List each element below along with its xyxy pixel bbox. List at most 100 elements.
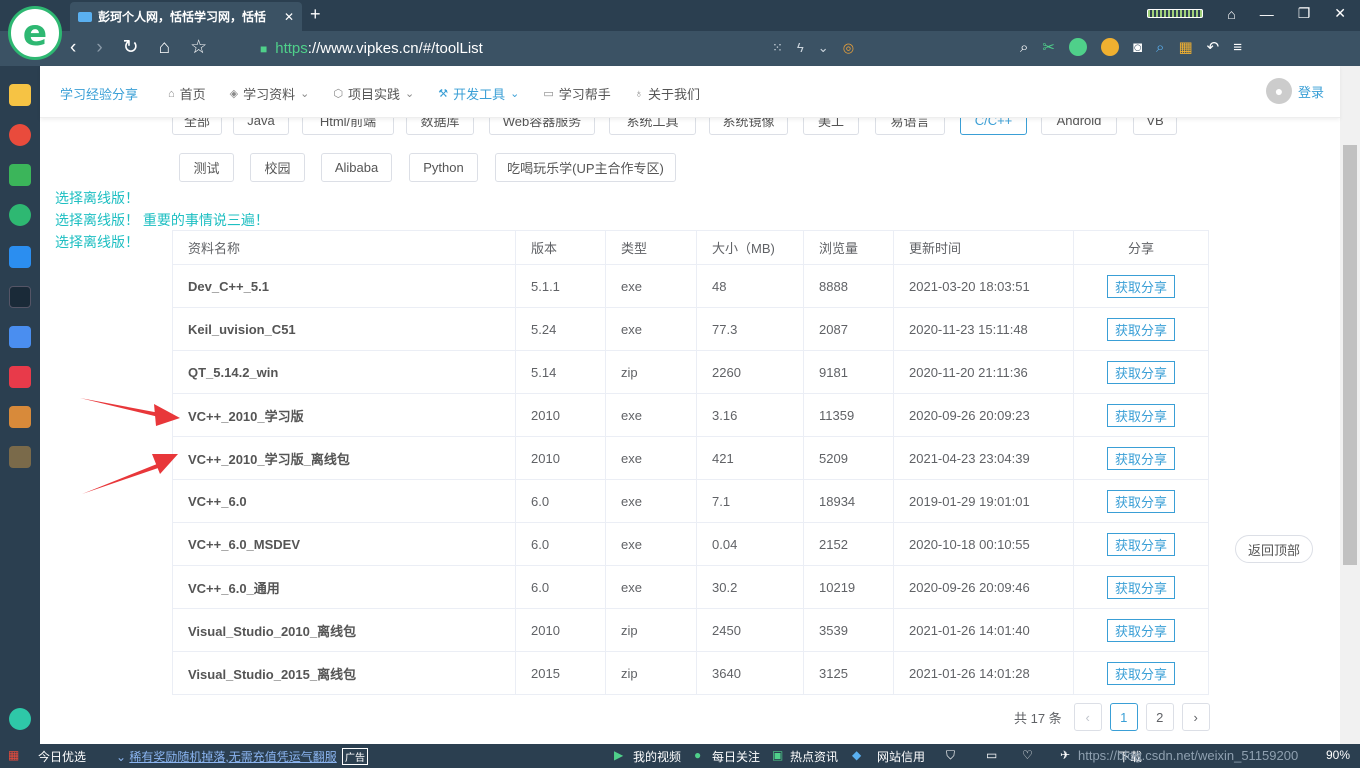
cell-version: 2010 [515, 608, 606, 652]
cell-name: QT_5.14.2_win [172, 350, 516, 394]
cell-views: 9181 [803, 350, 894, 394]
get-share-button[interactable]: 获取分享 [1106, 446, 1175, 470]
table-row: QT_5.14.2_win 5.14 zip 2260 9181 2020-11-20 2… [172, 350, 1209, 394]
restore-icon[interactable]: ❐ [1298, 5, 1311, 22]
scrollbar-thumb[interactable] [1343, 145, 1357, 565]
star-icon[interactable]: ☆ [190, 36, 207, 59]
menu-helper[interactable]: ▭ 学习帮手 [543, 84, 610, 103]
gamepad-icon[interactable]: ◙ [1133, 39, 1142, 56]
today-picks[interactable]: 今日优选 [38, 748, 86, 765]
get-share-button[interactable]: 获取分享 [1106, 575, 1175, 599]
image-icon[interactable]: ▭ [986, 748, 997, 762]
category-test[interactable]: 测试 [179, 153, 234, 182]
menu-study[interactable]: ◈ 学习资料 ⌄ [230, 84, 310, 103]
scissors-icon[interactable]: ✂ [1042, 38, 1055, 56]
new-tab-icon[interactable]: + [310, 4, 321, 25]
login-label: 登录 [1297, 84, 1324, 100]
shield-coin-icon[interactable] [1100, 38, 1119, 56]
undo-icon[interactable]: ↶ [1207, 38, 1220, 56]
document-icon[interactable] [9, 326, 31, 348]
menu-label: 学习帮手 [558, 87, 611, 102]
forward-icon[interactable]: › [96, 37, 102, 59]
reload-icon[interactable]: ↻ [123, 36, 139, 59]
cell-size: 77.3 [696, 307, 804, 351]
status-hot-news[interactable]: 热点资讯 [790, 748, 838, 765]
magnifier-icon[interactable]: ⌕ [1156, 39, 1164, 56]
cell-size: 2260 [696, 350, 804, 394]
favorites-icon[interactable] [9, 84, 31, 106]
status-site-credit[interactable]: 网站信用 [877, 748, 925, 765]
address-bar[interactable]: ■ https://www.vipkes.cn/#/toolList [260, 40, 483, 57]
game2-icon[interactable] [9, 446, 31, 468]
get-share-button[interactable]: 获取分享 [1106, 317, 1175, 341]
get-share-button[interactable]: 获取分享 [1106, 403, 1175, 427]
promo-text[interactable]: ⌄ 稀有奖励随机掉落,无需充值凭运气翻服 [116, 748, 337, 765]
site-brand[interactable]: 学习经验分享 [60, 84, 138, 103]
cell-size: 3640 [696, 651, 804, 695]
get-share-button[interactable]: 获取分享 [1106, 489, 1175, 513]
menu-home[interactable]: ⌂ 首页 [168, 84, 206, 103]
cell-views: 10219 [803, 565, 894, 609]
browser-engine-icon[interactable]: ◎ [843, 40, 854, 56]
xiaohongshu-icon[interactable] [9, 366, 31, 388]
chevron-down-icon: ⌄ [300, 88, 310, 100]
cell-type: exe [605, 264, 697, 308]
category-up-collab[interactable]: 吃喝玩乐学(UP主合作专区) [495, 153, 676, 182]
cell-share: 获取分享 [1073, 350, 1209, 394]
news-icon[interactable] [9, 286, 31, 308]
menu-dev-tools[interactable]: ⚒ 开发工具 ⌄ [438, 84, 519, 103]
menu-about[interactable]: ♁ 关于我们 [635, 84, 700, 103]
browser-tab[interactable]: 彭珂个人网，恬恬学习网，恬恬 ✕ [70, 2, 302, 31]
category-python[interactable]: Python [409, 153, 478, 182]
category-alibaba[interactable]: Alibaba [321, 153, 392, 182]
table-row: VC++_6.0 6.0 exe 7.1 18934 2019-01-29 19:01:0… [172, 479, 1209, 523]
status-my-video[interactable]: 我的视频 [633, 748, 681, 765]
close-window-icon[interactable]: ✕ [1334, 5, 1346, 22]
cell-version: 2010 [515, 393, 606, 437]
tools-icon[interactable]: ✈ [1060, 748, 1070, 762]
add-icon[interactable] [9, 708, 31, 730]
browser-sidebar [0, 66, 40, 744]
lightning-icon[interactable]: ϟ [797, 40, 804, 56]
shirt-icon[interactable]: ⌂ [1227, 6, 1235, 22]
heart-icon[interactable]: ♡ [1022, 748, 1033, 762]
shield-icon[interactable]: ⛉ [946, 748, 955, 763]
next-page-icon[interactable]: › [1181, 703, 1210, 731]
note-line-3: 选择离线版！ [55, 234, 139, 250]
get-share-button[interactable]: 获取分享 [1106, 661, 1175, 685]
menu-projects[interactable]: ⬡ 项目实践 ⌄ [333, 84, 414, 103]
get-share-button[interactable]: 获取分享 [1106, 532, 1175, 556]
table-row: VC++_6.0_通用 6.0 exe 30.2 10219 2020-09-26 20:… [172, 565, 1209, 609]
category-campus[interactable]: 校园 [250, 153, 305, 182]
mail-icon[interactable] [9, 164, 31, 186]
weibo-icon[interactable] [9, 124, 31, 146]
back-icon[interactable]: ‹ [70, 37, 76, 59]
grid-icon[interactable]: ⁙ [772, 40, 783, 56]
page-2[interactable]: 2 [1145, 703, 1174, 731]
get-share-button[interactable]: 获取分享 [1106, 360, 1175, 384]
cell-size: 0.04 [696, 522, 804, 566]
page-1[interactable]: 1 [1109, 703, 1138, 731]
back-to-top-button[interactable]: 返回顶部 [1235, 535, 1313, 563]
cloud-icon[interactable] [9, 204, 31, 226]
game-icon[interactable] [9, 406, 31, 428]
login-link[interactable]: ● 登录 [1265, 78, 1324, 104]
header-type: 类型 [605, 230, 697, 265]
home-icon[interactable]: ⌂ [159, 37, 170, 59]
site-header: 学习经验分享 ⌂ 首页 ◈ 学习资料 ⌄ ⬡ 项目实践 ⌄ ⚒ 开发工具 ⌄ ▭ 学习帮手 ♁ 关… [40, 66, 1340, 118]
chevron-down-icon[interactable]: ⌄ [818, 40, 829, 56]
minimize-icon[interactable]: — [1260, 6, 1274, 22]
status-daily-follow[interactable]: 每日关注 [712, 748, 760, 765]
get-share-button[interactable]: 获取分享 [1106, 618, 1175, 642]
prev-page-icon[interactable]: ‹ [1073, 703, 1102, 731]
app-p-icon[interactable] [9, 246, 31, 268]
menu-icon[interactable]: ≡ [1233, 39, 1242, 56]
zoom-level[interactable]: 90% [1326, 748, 1350, 762]
apps-icon[interactable]: ▦ [1178, 38, 1192, 56]
search-icon[interactable]: ⌕ [1020, 39, 1028, 56]
get-share-button[interactable]: 获取分享 [1106, 274, 1175, 298]
browser-logo-icon[interactable]: e [8, 6, 62, 60]
translate-icon[interactable] [1068, 38, 1087, 56]
close-tab-icon[interactable]: ✕ [284, 10, 294, 24]
home-icon: ⌂ [168, 87, 175, 100]
